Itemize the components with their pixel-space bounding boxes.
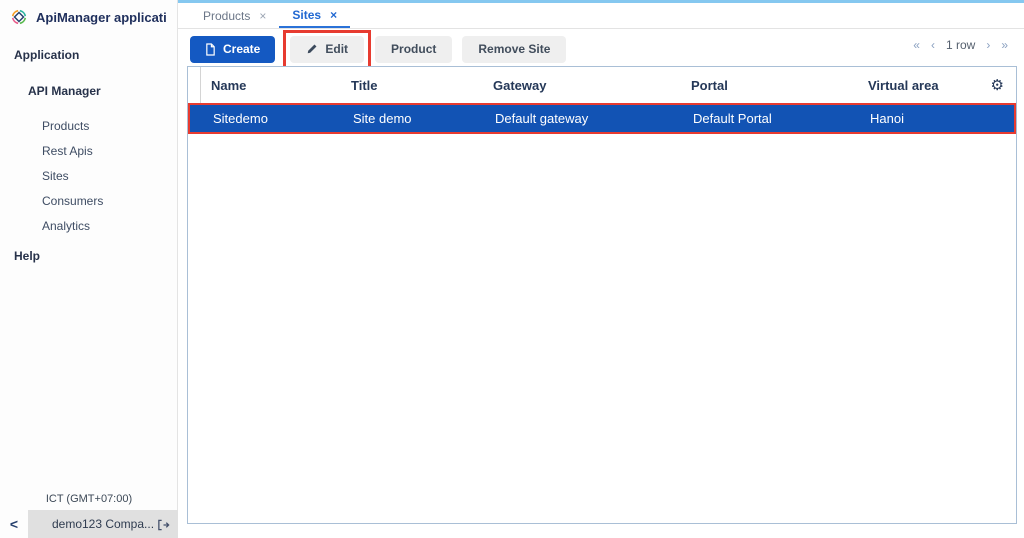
tab-sites[interactable]: Sites × [279,3,351,28]
sidebar-collapse-button[interactable]: < [0,510,28,538]
timezone-label: ICT (GMT+07:00) [45,493,133,505]
pagination-status: 1 row [945,38,976,52]
sidebar-item-analytics[interactable]: Analytics [0,214,177,239]
cell-name: Sitedemo [213,111,268,126]
row-spacer [190,105,203,132]
main-area: Products × Sites × Create Edit Product R… [178,0,1024,538]
tab-products-close-icon[interactable]: × [259,9,266,23]
table-row-sitedemo[interactable]: Sitedemo Site demo Default gateway Defau… [188,103,1016,134]
column-settings-gear-icon[interactable]: ⚙ [991,78,1004,93]
table-header-row: Name Title Gateway Portal Virtual area ⚙ [188,67,1016,103]
sidebar-section-application: Application [14,48,80,62]
tab-sites-close-icon[interactable]: × [330,8,337,22]
tab-bar: Products × Sites × [178,3,1024,29]
toolbar: Create Edit Product Remove Site [190,29,567,69]
tab-products-label: Products [203,8,251,23]
chevron-left-icon: < [9,516,19,532]
company-label: demo123 Compa... [51,517,155,531]
sidebar-group-api-manager[interactable]: API Manager [28,84,177,98]
pagination-first-button[interactable]: « [913,38,920,52]
product-button-label: Product [391,42,437,56]
remove-site-button-label: Remove Site [478,42,551,56]
column-header-gateway[interactable]: Gateway [483,78,681,93]
pagination: « ‹ 1 row › » [913,38,1008,52]
sidebar: ApiManager applicati... Application API … [0,0,178,538]
edit-button-highlight-annotation: Edit [283,29,372,69]
sidebar-item-consumers[interactable]: Consumers [0,189,177,214]
create-file-icon [205,42,216,56]
remove-site-button[interactable]: Remove Site [462,35,567,63]
sidebar-item-rest-apis[interactable]: Rest Apis [0,139,177,164]
pencil-icon [306,43,318,55]
product-button[interactable]: Product [375,35,453,63]
column-header-virtual-area[interactable]: Virtual area [858,78,988,93]
column-header-title[interactable]: Title [341,78,483,93]
tab-products[interactable]: Products × [190,3,279,28]
sidebar-nav-list: Products Rest Apis Sites Consumers Analy… [0,114,177,239]
create-button-label: Create [223,42,261,56]
logout-icon[interactable] [157,518,170,536]
pagination-last-button[interactable]: » [1001,38,1008,52]
column-header-portal[interactable]: Portal [681,78,858,93]
create-button[interactable]: Create [190,35,276,63]
sidebar-item-sites[interactable]: Sites [0,164,177,189]
column-header-name[interactable]: Name [201,78,341,93]
sidebar-section-help[interactable]: Help [14,249,177,263]
sidebar-footer: < demo123 Compa... [0,510,178,538]
sidebar-item-products[interactable]: Products [0,114,177,139]
cell-virtual-area: Hanoi [870,111,904,126]
app-title: ApiManager applicati... [36,9,167,25]
edit-button[interactable]: Edit [290,35,365,63]
tab-sites-label: Sites [292,7,322,22]
pagination-prev-button[interactable]: ‹ [931,38,935,52]
app-header: ApiManager applicati... [0,0,177,32]
cell-title: Site demo [353,111,412,126]
sites-table: Name Title Gateway Portal Virtual area ⚙… [187,66,1017,524]
cell-portal: Default Portal [693,111,772,126]
company-menu[interactable]: demo123 Compa... [28,510,178,538]
table-header-spacer [188,67,201,103]
cell-gateway: Default gateway [495,111,589,126]
app-logo-icon [10,8,28,26]
app-window: ApiManager applicati... Application API … [0,0,1024,538]
pagination-next-button[interactable]: › [986,38,990,52]
edit-button-label: Edit [325,42,349,56]
